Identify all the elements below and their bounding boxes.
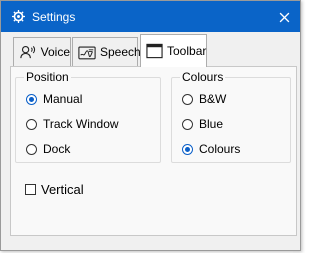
option-label: Dock: [43, 142, 71, 156]
tab-speech[interactable]: Speech: [72, 37, 141, 66]
position-group-label: Position: [24, 70, 71, 84]
vertical-checkbox[interactable]: Vertical: [25, 182, 84, 197]
colours-group-label: Colours: [180, 70, 226, 84]
radio-button[interactable]: [26, 93, 37, 105]
settings-dialog: Settings Voice Speech Toolbar Position M…: [0, 0, 301, 251]
voice-icon: [19, 43, 37, 61]
option-label: B&W: [199, 92, 227, 106]
colours-option-bw[interactable]: B&W: [182, 92, 226, 106]
position-group: Position Manual Track Window Dock: [15, 70, 161, 163]
tab-voice-label: Voice: [40, 45, 70, 59]
window-title: Settings: [32, 9, 76, 24]
radio-button[interactable]: [182, 143, 193, 155]
colours-group: Colours B&W Blue Colours: [171, 70, 291, 163]
option-label: Track Window: [43, 117, 119, 131]
tab-speech-label: Speech: [100, 45, 141, 59]
position-option-track-window[interactable]: Track Window: [26, 117, 119, 131]
radio-button[interactable]: [182, 93, 193, 105]
checkbox-box[interactable]: [25, 184, 36, 195]
gear-icon: [10, 9, 26, 25]
option-label: Blue: [199, 117, 224, 131]
close-button[interactable]: [274, 7, 294, 27]
toolbar-tab-panel: Position Manual Track Window Dock Colour…: [10, 66, 297, 236]
position-option-dock[interactable]: Dock: [26, 142, 70, 156]
position-option-manual[interactable]: Manual: [26, 92, 82, 106]
tab-voice[interactable]: Voice: [13, 37, 71, 66]
tab-toolbar[interactable]: Toolbar: [140, 34, 207, 67]
option-label: Manual: [43, 92, 83, 106]
radio-button[interactable]: [182, 118, 193, 130]
radio-button[interactable]: [26, 143, 37, 155]
colours-option-colours[interactable]: Colours: [182, 142, 240, 156]
toolbar-icon: [146, 42, 163, 60]
title-bar[interactable]: Settings: [1, 1, 300, 32]
close-icon: [279, 12, 289, 22]
option-label: Colours: [199, 142, 241, 156]
vertical-label: Vertical: [41, 182, 84, 197]
radio-button[interactable]: [26, 118, 37, 130]
colours-option-blue[interactable]: Blue: [182, 117, 223, 131]
speech-icon: [78, 43, 96, 61]
tab-toolbar-label: Toolbar: [167, 44, 207, 58]
